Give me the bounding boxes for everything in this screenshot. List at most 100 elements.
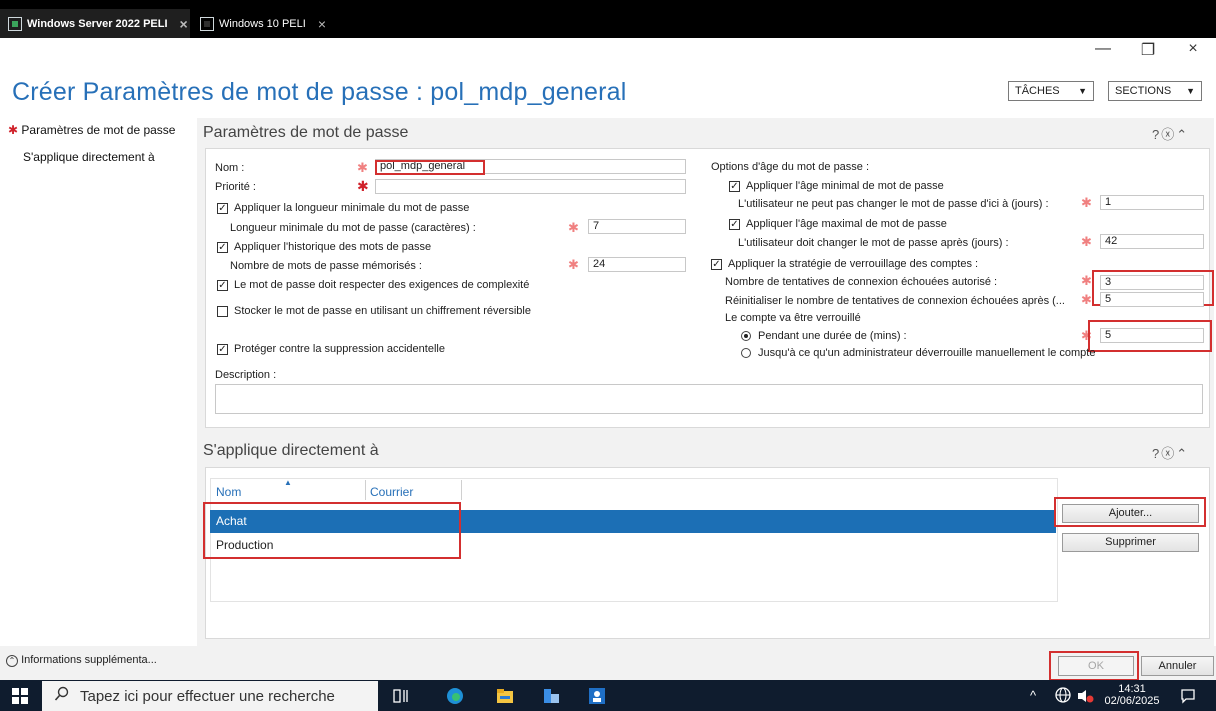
taskbar-clock[interactable]: 14:31 02/06/2025 xyxy=(1102,683,1162,707)
column-header-nom[interactable]: Nom xyxy=(216,485,241,499)
required-star-icon: ✱ xyxy=(1081,292,1092,307)
nav-item-password-settings[interactable]: ✱ Paramètres de mot de passe xyxy=(8,123,175,137)
required-star-icon: ✱ xyxy=(1081,273,1092,288)
chevron-up-icon: ⌃ xyxy=(6,655,18,667)
priority-label: Priorité : xyxy=(215,181,256,193)
max-age-checkbox[interactable]: ✓ xyxy=(729,219,740,230)
vm-icon xyxy=(200,16,214,31)
name-label: Nom : xyxy=(215,162,245,174)
vm-tab-label: Windows Server 2022 PELI xyxy=(27,17,168,30)
max-age-checkbox-label: Appliquer l'âge maximal de mot de passe xyxy=(746,218,947,230)
priority-input[interactable] xyxy=(375,179,686,194)
min-age-checkbox[interactable]: ✓ xyxy=(729,181,740,192)
max-age-input[interactable]: 42 xyxy=(1100,234,1204,249)
admin-unlock-radio-label: Jusqu'à ce qu'un administrateur déverrou… xyxy=(758,347,1096,359)
required-star-icon: ✱ xyxy=(568,220,579,235)
clock-date: 02/06/2025 xyxy=(1104,695,1160,707)
min-age-checkbox-label: Appliquer l'âge minimal de mot de passe xyxy=(746,180,944,192)
remove-button[interactable]: Supprimer xyxy=(1062,533,1199,552)
min-age-label: L'utilisateur ne peut pas changer le mot… xyxy=(738,198,1049,210)
restore-button[interactable]: ❐ xyxy=(1133,40,1163,60)
duration-radio[interactable] xyxy=(741,331,751,341)
annotation-highlight xyxy=(1088,320,1212,352)
annotation-highlight xyxy=(1049,651,1139,681)
complexity-checkbox-label: Le mot de passe doit respecter des exige… xyxy=(234,279,530,291)
vm-tab-windows-10[interactable]: Windows 10 PELI × xyxy=(192,9,330,38)
vm-icon xyxy=(8,16,22,31)
clock-time: 14:31 xyxy=(1118,683,1146,695)
required-star-icon: ✱ xyxy=(1081,234,1092,249)
column-header-courrier[interactable]: Courrier xyxy=(370,485,413,499)
edge-browser-icon[interactable] xyxy=(446,687,464,705)
max-age-label: L'utilisateur doit changer le mot de pas… xyxy=(738,237,1009,249)
sections-label: SECTIONS xyxy=(1115,85,1172,97)
reversible-checkbox-label: Stocker le mot de passe en utilisant un … xyxy=(234,305,531,317)
min-length-input[interactable]: 7 xyxy=(588,219,686,234)
minimize-button[interactable]: — xyxy=(1088,40,1118,58)
panel-icons[interactable]: ?ⓧ⌃ xyxy=(1152,443,1189,462)
required-star-icon: ✱ xyxy=(1081,195,1092,210)
server-manager-icon[interactable] xyxy=(542,687,560,705)
duration-radio-label: Pendant une durée de (mins) : xyxy=(758,330,907,342)
nav-item-applies-to[interactable]: S'applique directement à xyxy=(23,150,155,164)
taches-label: TÂCHES xyxy=(1015,85,1060,97)
task-view-icon[interactable] xyxy=(392,687,410,705)
volume-muted-icon[interactable] xyxy=(1076,688,1094,707)
close-icon[interactable]: × xyxy=(318,16,326,32)
windows-start-icon[interactable] xyxy=(12,688,28,704)
lockout-checkbox[interactable]: ✓ xyxy=(711,259,722,270)
admin-unlock-radio[interactable] xyxy=(741,348,751,358)
notification-icon[interactable] xyxy=(1180,688,1196,707)
taskbar-search[interactable]: Tapez ici pour effectuer une recherche xyxy=(42,681,378,711)
taches-dropdown[interactable]: TÂCHES ▼ xyxy=(1008,81,1094,101)
chevron-down-icon: ▼ xyxy=(1078,86,1087,96)
chevron-up-icon[interactable]: ^ xyxy=(1030,688,1036,703)
cancel-button[interactable]: Annuler xyxy=(1141,656,1214,676)
chevron-down-icon: ▼ xyxy=(1186,86,1195,96)
network-icon[interactable] xyxy=(1054,686,1072,707)
panel-icons[interactable]: ?ⓧ⌃ xyxy=(1152,124,1189,143)
nav-item-label: Paramètres de mot de passe xyxy=(21,123,176,137)
annotation-highlight xyxy=(1054,497,1206,527)
section-title-applies: S'applique directement à xyxy=(203,442,379,459)
history-checkbox-label: Appliquer l'historique des mots de passe xyxy=(234,241,432,253)
sections-dropdown[interactable]: SECTIONS ▼ xyxy=(1108,81,1202,101)
required-star-icon: ✱ xyxy=(568,257,579,272)
lockout-checkbox-label: Appliquer la stratégie de verrouillage d… xyxy=(728,258,979,270)
min-length-label: Longueur minimale du mot de passe (carac… xyxy=(230,222,476,234)
file-explorer-icon[interactable] xyxy=(496,687,514,705)
locked-label: Le compte va être verrouillé xyxy=(725,312,861,324)
required-star-icon: ✱ xyxy=(8,123,19,137)
annotation-highlight xyxy=(375,160,485,175)
description-input[interactable] xyxy=(215,384,1203,414)
page-title: Créer Paramètres de mot de passe : pol_m… xyxy=(12,78,627,106)
close-icon[interactable]: × xyxy=(180,16,188,32)
more-info-label: Informations supplémenta... xyxy=(21,654,157,666)
ad-admin-center-icon[interactable] xyxy=(588,687,606,705)
attempts-label: Nombre de tentatives de connexion échoué… xyxy=(725,276,998,288)
min-length-checkbox[interactable]: ✓ xyxy=(217,203,228,214)
reset-attempts-input[interactable]: 5 xyxy=(1100,292,1204,307)
age-options-title: Options d'âge du mot de passe : xyxy=(711,161,870,173)
complexity-checkbox[interactable]: ✓ xyxy=(217,280,228,291)
column-divider xyxy=(461,480,462,500)
more-info-toggle[interactable]: ⌃ Informations supplémenta... xyxy=(6,654,157,667)
min-age-input[interactable]: 1 xyxy=(1100,195,1204,210)
protect-deletion-label: Protéger contre la suppression accidente… xyxy=(234,343,445,355)
reversible-checkbox[interactable] xyxy=(217,306,228,317)
close-window-button[interactable]: × xyxy=(1178,40,1208,58)
column-divider xyxy=(365,480,366,500)
required-star-icon: ✱ xyxy=(357,178,369,194)
description-label: Description : xyxy=(215,369,277,381)
sort-ascending-icon: ▲ xyxy=(284,478,292,487)
footer-bar xyxy=(0,646,1216,680)
annotation-highlight xyxy=(203,502,461,559)
history-checkbox[interactable]: ✓ xyxy=(217,242,228,253)
section-title-password: Paramètres de mot de passe xyxy=(203,124,409,141)
history-label: Nombre de mots de passe mémorisés : xyxy=(230,260,422,272)
protect-deletion-checkbox[interactable]: ✓ xyxy=(217,344,228,355)
search-placeholder: Tapez ici pour effectuer une recherche xyxy=(80,687,335,705)
search-icon xyxy=(54,686,70,706)
history-input[interactable]: 24 xyxy=(588,257,686,272)
vm-tab-windows-server[interactable]: Windows Server 2022 PELI × xyxy=(0,9,190,38)
